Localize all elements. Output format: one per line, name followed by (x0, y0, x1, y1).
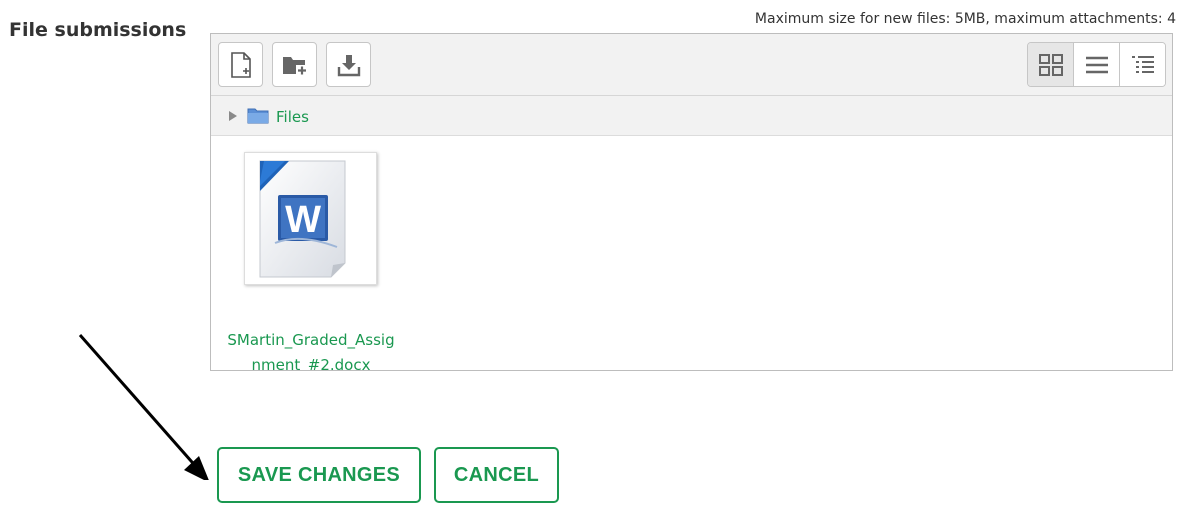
download-all-button[interactable] (326, 42, 371, 87)
grid-view-button[interactable] (1028, 43, 1073, 86)
create-folder-button[interactable] (272, 42, 317, 87)
file-item[interactable]: W SMartin_Graded_Assignment_#2.docx (226, 152, 395, 370)
file-manager-toolbar (211, 34, 1172, 96)
tree-view-button[interactable] (1119, 43, 1165, 86)
file-thumbnail: W (244, 152, 377, 285)
cancel-button[interactable]: CANCEL (434, 447, 559, 503)
file-name[interactable]: SMartin_Graded_Assignment_#2.docx (226, 328, 396, 370)
file-limits-text: Maximum size for new files: 5MB, maximum… (754, 11, 1176, 27)
view-switcher (1027, 42, 1166, 87)
create-folder-icon (282, 56, 307, 76)
svg-text:W: W (285, 199, 321, 241)
path-bar: Files (211, 96, 1172, 136)
files-folder-link[interactable]: Files (276, 105, 309, 126)
download-icon (337, 54, 360, 76)
folder-icon (247, 108, 269, 124)
tree-view-icon (1131, 55, 1154, 73)
word-document-icon: W (259, 160, 346, 278)
annotation-arrow (78, 334, 209, 480)
file-manager: Files W SMartin_Graded_Assignment_#2.doc… (210, 33, 1173, 371)
save-changes-button[interactable]: SAVE CHANGES (217, 447, 421, 503)
list-view-icon (1085, 56, 1108, 73)
grid-view-icon (1038, 53, 1063, 76)
list-view-button[interactable] (1073, 43, 1119, 86)
